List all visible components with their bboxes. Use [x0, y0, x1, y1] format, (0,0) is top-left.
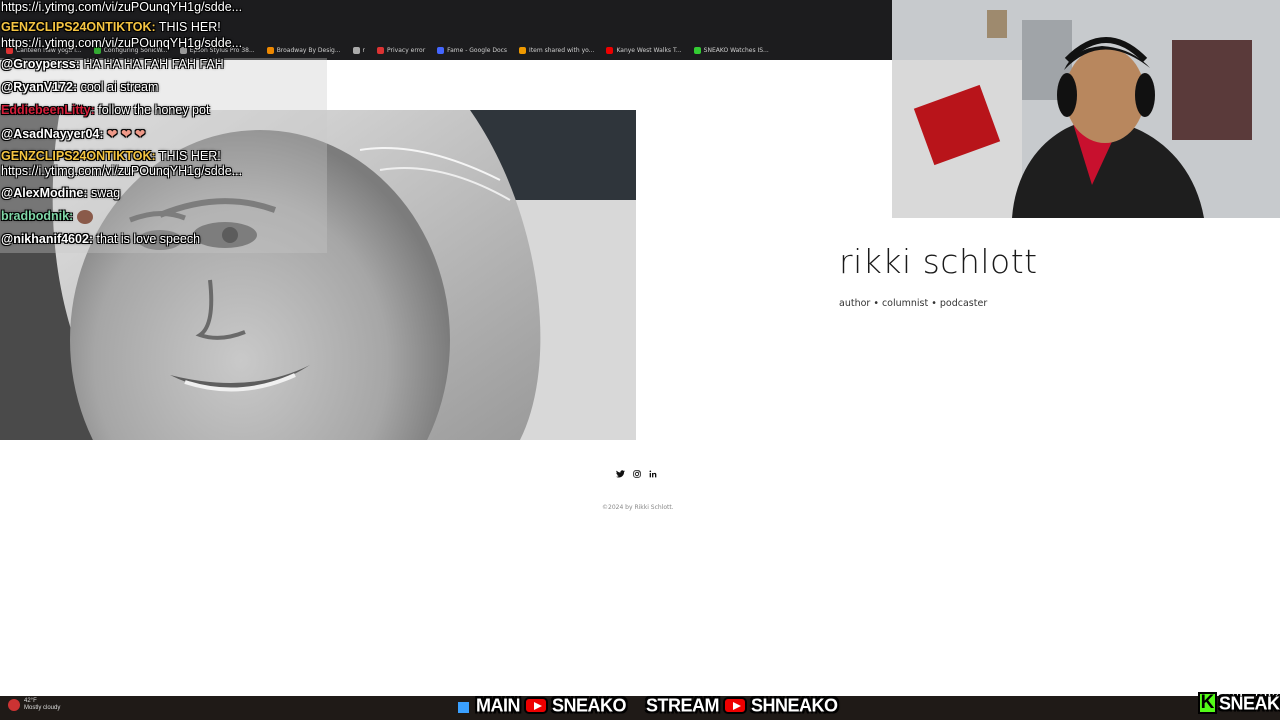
bookmark-item[interactable]: r: [352, 46, 365, 54]
social-links: [616, 469, 657, 478]
chat-message: https://i.ytimg.com/vi/zuPOunqYH1g/sdde.…: [1, 164, 243, 178]
kick-logo-icon: K: [1198, 692, 1217, 714]
page-title: rikki schlott: [839, 242, 1038, 281]
chat-message: @AlexModine: swag: [1, 186, 121, 200]
bookmark-item[interactable]: Broadway By Desig...: [266, 46, 341, 54]
chat-message: GENZCLIPS24ONTIKTOK: THIS HER!: [1, 149, 221, 163]
chat-message: @AsadNayyer04: ❤ ❤ ❤: [1, 127, 146, 141]
windows-start-icon[interactable]: [458, 702, 469, 713]
chat-message: GENZCLIPS24ONTIKTOK: THIS HER!: [1, 20, 221, 34]
chat-message: https://i.ytimg.com/vi/zuPOunqYH1g/sdde.…: [1, 36, 243, 50]
tagline: author • columnist • podcaster: [839, 298, 988, 309]
webcam-overlay: [892, 0, 1280, 218]
instagram-icon[interactable]: [632, 469, 641, 478]
chat-message: @RyanV172: cool ai stream: [1, 80, 159, 94]
bookmark-item[interactable]: SNEAKO Watches IS...: [693, 46, 769, 54]
copyright-text: ©2024 by Rikki Schlott.: [602, 504, 674, 511]
youtube-icon: [723, 696, 748, 714]
chat-message: EddiebeenLitty: follow the honey pot: [1, 103, 210, 117]
bookmark-icon: [352, 46, 360, 54]
bookmark-icon: [693, 46, 701, 54]
chat-message: bradbodnik:: [1, 209, 93, 224]
weather-icon: [8, 699, 20, 711]
chat-message: @Groyperss: HA HA HA FAH FAH FAH: [1, 57, 224, 71]
emote-icon: ❤ ❤ ❤: [107, 127, 146, 141]
bookmark-item[interactable]: Privacy error: [377, 46, 425, 54]
bookmark-icon: [377, 46, 385, 54]
stream-banner: MAIN SNEAKO STREAM SHNEAKO: [476, 693, 838, 715]
kick-banner: K SNEAKO: [1198, 692, 1280, 714]
chat-message: @nikhanif4602: that is love speech: [1, 232, 201, 246]
twitter-icon[interactable]: [616, 469, 625, 478]
weather-widget[interactable]: 42°F Mostly cloudy: [8, 698, 60, 712]
webcam-illustration: [892, 0, 1280, 218]
bookmark-icon: [266, 46, 274, 54]
chat-message: https://i.ytimg.com/vi/zuPOunqYH1g/sdde.…: [1, 0, 243, 14]
youtube-icon: [606, 46, 614, 54]
bookmark-item[interactable]: Fame - Google Docs: [437, 46, 507, 54]
docs-icon: [437, 46, 445, 54]
temperature: 42°F: [24, 698, 37, 704]
weather-status: Mostly cloudy: [24, 705, 61, 711]
linkedin-icon[interactable]: [648, 469, 657, 478]
bookmark-item[interactable]: Item shared with yo...: [519, 46, 594, 54]
emote-icon: [76, 209, 93, 224]
bookmark-icon: [519, 46, 527, 54]
bookmark-item[interactable]: Kanye West Walks T...: [606, 46, 682, 54]
youtube-icon: [524, 696, 548, 714]
